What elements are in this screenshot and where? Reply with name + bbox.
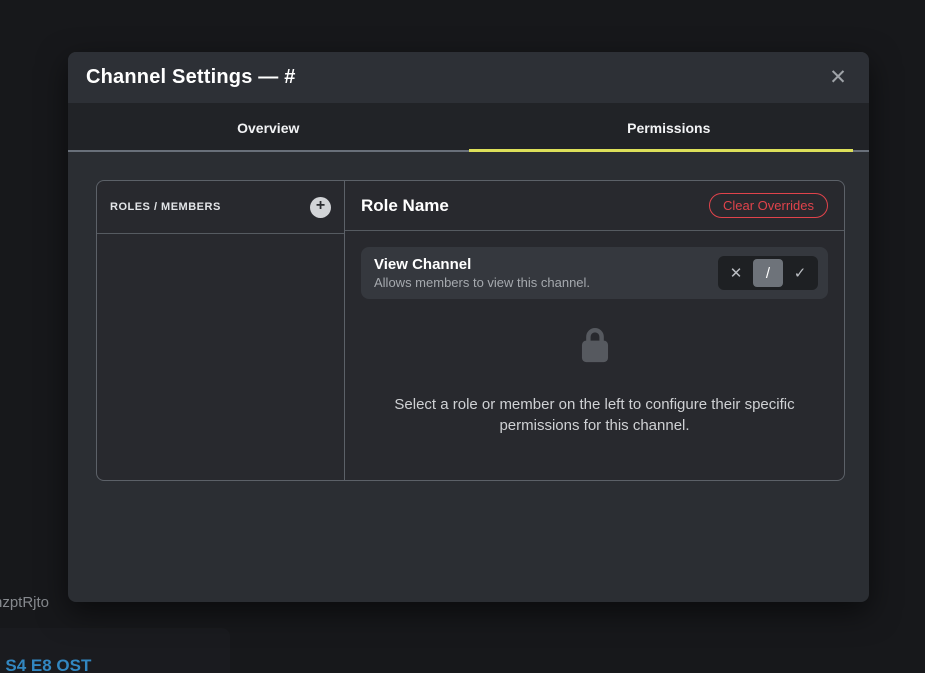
- tab-bar: Overview Permissions: [68, 103, 869, 152]
- role-permissions-main: Role Name Clear Overrides View Channel A…: [345, 181, 844, 480]
- role-name-title: Role Name: [361, 196, 449, 216]
- background-partial-text: nzptRjto: [0, 594, 49, 611]
- modal-title: Channel Settings — #: [86, 66, 296, 89]
- roles-list[interactable]: [97, 234, 344, 480]
- permissions-panel: ROLES / MEMBERS + Role Name Clear Overri…: [96, 180, 845, 481]
- allow-icon[interactable]: ✓: [785, 259, 815, 287]
- modal-header: Channel Settings — # ✕: [68, 52, 869, 103]
- close-icon[interactable]: ✕: [825, 65, 851, 91]
- permission-texts: View Channel Allows members to view this…: [374, 256, 590, 290]
- background-song-link[interactable]: : S4 E8 OST: [0, 656, 91, 673]
- permission-description: Allows members to view this channel.: [374, 275, 590, 290]
- clear-overrides-button[interactable]: Clear Overrides: [709, 193, 828, 218]
- channel-settings-modal: Channel Settings — # ✕ Overview Permissi…: [68, 52, 869, 602]
- tab-overview[interactable]: Overview: [68, 103, 469, 152]
- deny-icon[interactable]: ✕: [721, 259, 751, 287]
- neutral-icon[interactable]: /: [753, 259, 783, 287]
- empty-state-text: Select a role or member on the left to c…: [375, 394, 815, 436]
- permission-name: View Channel: [374, 256, 590, 273]
- tab-permissions[interactable]: Permissions: [469, 103, 870, 152]
- permission-row-view-channel: View Channel Allows members to view this…: [361, 247, 828, 299]
- empty-state: Select a role or member on the left to c…: [361, 299, 828, 464]
- role-header: Role Name Clear Overrides: [345, 181, 844, 231]
- roles-sidebar-header: ROLES / MEMBERS +: [97, 181, 344, 234]
- permission-tristate: ✕ / ✓: [718, 256, 818, 290]
- add-role-icon[interactable]: +: [310, 197, 331, 218]
- lock-icon: [572, 323, 618, 374]
- roles-members-label: ROLES / MEMBERS: [110, 201, 221, 213]
- permissions-content: View Channel Allows members to view this…: [345, 231, 844, 480]
- roles-sidebar: ROLES / MEMBERS +: [97, 181, 345, 480]
